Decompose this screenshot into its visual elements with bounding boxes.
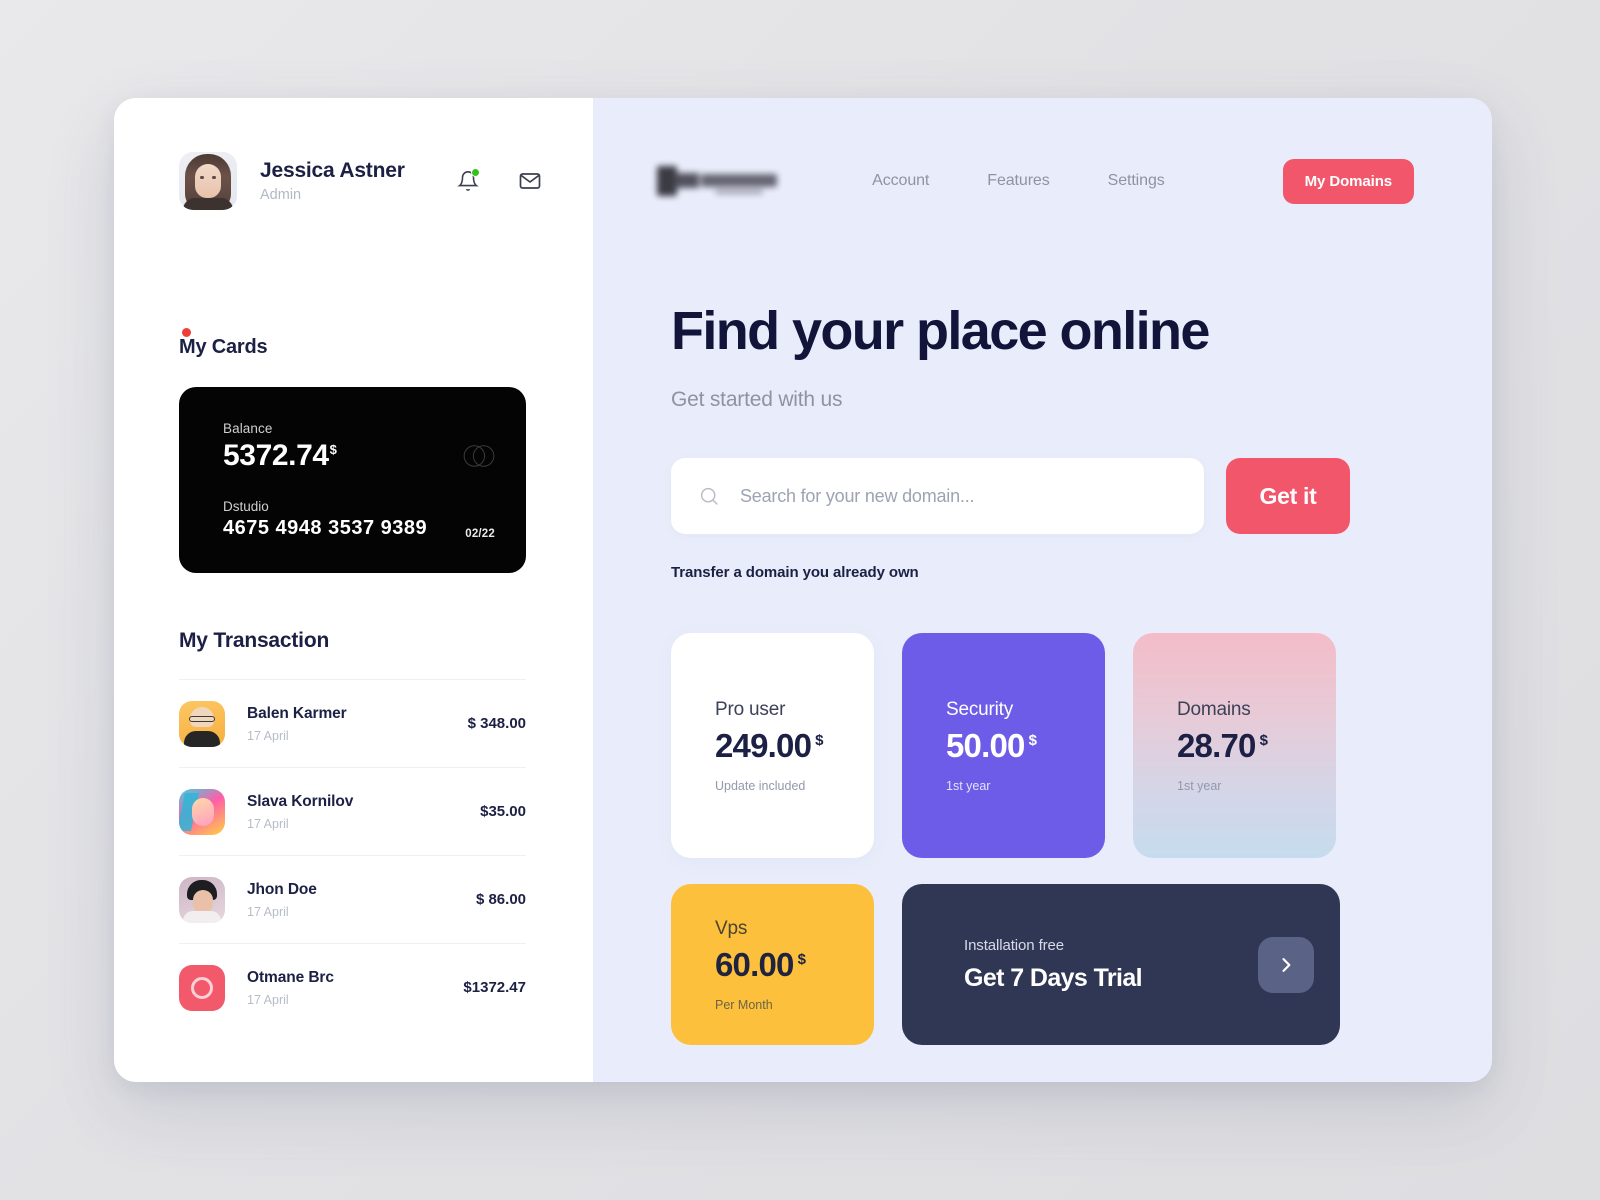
tile-security[interactable]: Security 50.00 $ 1st year bbox=[902, 633, 1105, 858]
card-brand: Dstudio bbox=[223, 499, 269, 514]
transfer-domain-link[interactable]: Transfer a domain you already own bbox=[671, 564, 1492, 581]
credit-card[interactable]: Balance 5372.74$ Dstudio 4675 4948 3537 … bbox=[179, 387, 526, 573]
trial-title: Get 7 Days Trial bbox=[964, 963, 1143, 992]
tile-price: 28.70 bbox=[1177, 726, 1256, 764]
tile-currency: $ bbox=[815, 731, 823, 749]
transaction-amount: $1372.47 bbox=[463, 979, 526, 996]
profile-role: Admin bbox=[260, 187, 302, 203]
card-expiry: 02/22 bbox=[465, 528, 495, 540]
transaction-name: Otmane Brc bbox=[247, 968, 334, 986]
transaction-avatar bbox=[179, 876, 225, 923]
main-panel: Account Features Settings My Domains Fin… bbox=[593, 98, 1492, 1082]
notifications-button[interactable] bbox=[455, 168, 481, 194]
app-window: Jessica Astner Admin My Cards Balance 53… bbox=[114, 98, 1492, 1082]
transaction-amount: $ 86.00 bbox=[475, 891, 526, 908]
tile-note: Update included bbox=[715, 778, 806, 793]
transaction-name: Jhon Doe bbox=[247, 880, 317, 898]
tile-vps[interactable]: Vps 60.00 $ Per Month bbox=[671, 884, 874, 1045]
transaction-avatar bbox=[179, 700, 225, 747]
tile-pro-user[interactable]: Pro user 249.00 $ Update included bbox=[671, 633, 874, 858]
tile-domains[interactable]: Domains 28.70 $ 1st year bbox=[1133, 633, 1336, 858]
card-network-icon bbox=[463, 445, 495, 467]
trial-next-button[interactable] bbox=[1258, 936, 1314, 993]
table-row[interactable]: Otmane Brc 17 April $1372.47 bbox=[179, 943, 526, 1031]
notification-badge bbox=[471, 168, 480, 177]
table-row[interactable]: Balen Karmer 17 April $ 348.00 bbox=[179, 679, 526, 767]
my-cards-title: My Cards bbox=[179, 336, 268, 358]
search-icon bbox=[700, 487, 718, 505]
transaction-date: 17 April bbox=[247, 992, 289, 1007]
transaction-amount: $ 348.00 bbox=[467, 715, 526, 732]
nav-item-account[interactable]: Account bbox=[872, 172, 929, 190]
tile-note: 1st year bbox=[1177, 778, 1222, 793]
bottom-tiles-row: Vps 60.00 $ Per Month Installation free G… bbox=[671, 884, 1492, 1045]
transaction-date: 17 April bbox=[247, 728, 289, 743]
search-row: Search for your new domain... Get it bbox=[671, 458, 1492, 534]
balance-currency: $ bbox=[329, 442, 337, 457]
brand-logo[interactable] bbox=[655, 160, 787, 202]
mail-button[interactable] bbox=[517, 168, 543, 194]
page-background: Jessica Astner Admin My Cards Balance 53… bbox=[0, 0, 1600, 1200]
pricing-tiles-row: Pro user 249.00 $ Update included Securit… bbox=[671, 633, 1492, 858]
table-row[interactable]: Slava Kornilov 17 April $35.00 bbox=[179, 767, 526, 855]
tile-name: Vps bbox=[715, 917, 748, 939]
hero-section: Find your place online Get started with … bbox=[593, 212, 1492, 412]
nav-links: Account Features Settings My Domains bbox=[872, 158, 1414, 204]
my-cards-heading-wrap: My Cards bbox=[179, 328, 593, 359]
tile-currency: $ bbox=[797, 950, 806, 968]
transaction-date: 17 April bbox=[247, 904, 289, 919]
tile-currency: $ bbox=[1259, 731, 1268, 749]
tile-price: 50.00 bbox=[946, 726, 1025, 764]
trial-banner[interactable]: Installation free Get 7 Days Trial bbox=[902, 884, 1340, 1045]
trial-eyebrow: Installation free bbox=[964, 936, 1065, 954]
profile-name: Jessica Astner bbox=[260, 159, 405, 182]
tile-price: 60.00 bbox=[715, 945, 794, 983]
table-row[interactable]: Jhon Doe 17 April $ 86.00 bbox=[179, 855, 526, 943]
balance-label: Balance bbox=[223, 421, 273, 436]
sidebar-panel: Jessica Astner Admin My Cards Balance 53… bbox=[114, 98, 593, 1082]
tile-currency: $ bbox=[1028, 731, 1037, 749]
nav-item-settings[interactable]: Settings bbox=[1108, 172, 1165, 190]
transaction-avatar bbox=[179, 964, 225, 1011]
avatar bbox=[179, 152, 237, 210]
transaction-name: Balen Karmer bbox=[247, 704, 347, 722]
header-icons bbox=[455, 168, 593, 194]
search-placeholder: Search for your new domain... bbox=[740, 485, 975, 506]
transactions-title: My Transaction bbox=[179, 629, 330, 652]
hero-subtitle: Get started with us bbox=[671, 388, 843, 411]
tile-name: Security bbox=[946, 698, 1014, 720]
search-input[interactable]: Search for your new domain... bbox=[671, 458, 1204, 534]
transaction-date: 17 April bbox=[247, 816, 289, 831]
top-navigation: Account Features Settings My Domains bbox=[593, 150, 1492, 212]
page-title: Find your place online bbox=[671, 301, 1210, 361]
transaction-name: Slava Kornilov bbox=[247, 792, 354, 810]
chevron-right-icon bbox=[1282, 957, 1291, 972]
tile-note: 1st year bbox=[946, 778, 991, 793]
tile-price: 249.00 bbox=[715, 726, 812, 764]
transactions-list: Balen Karmer 17 April $ 348.00 Slava Kor… bbox=[179, 679, 526, 1031]
nav-item-features[interactable]: Features bbox=[987, 172, 1049, 190]
transaction-amount: $35.00 bbox=[480, 803, 526, 820]
tile-note: Per Month bbox=[715, 997, 773, 1012]
get-it-button[interactable]: Get it bbox=[1226, 458, 1350, 534]
my-domains-button[interactable]: My Domains bbox=[1282, 158, 1414, 204]
mail-icon bbox=[519, 173, 541, 189]
profile-header: Jessica Astner Admin bbox=[114, 152, 593, 210]
tile-name: Domains bbox=[1177, 698, 1251, 720]
transaction-avatar bbox=[179, 788, 225, 835]
balance-amount: 5372.74 bbox=[223, 439, 329, 472]
tile-name: Pro user bbox=[715, 698, 786, 720]
